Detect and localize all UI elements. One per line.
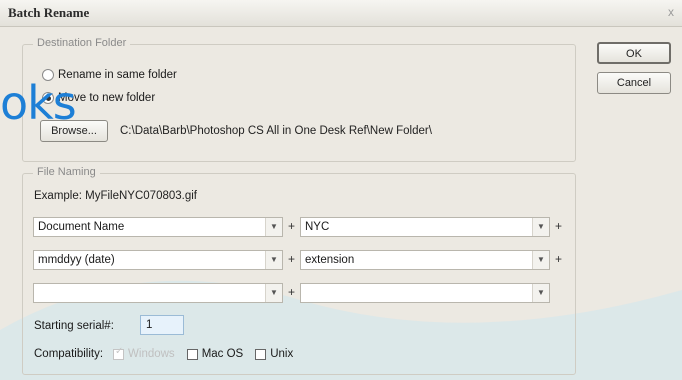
rename-same-folder-label: Rename in same folder	[58, 69, 177, 81]
unix-label: Unix	[270, 348, 294, 360]
starting-serial-label: Starting serial#:	[34, 320, 114, 332]
chevron-down-icon[interactable]: ▼	[265, 251, 282, 269]
chevron-down-icon[interactable]: ▼	[532, 251, 549, 269]
naming-field-1-right[interactable]: NYC ▼	[300, 217, 550, 237]
naming-field-3-right[interactable]: ▼	[300, 283, 550, 303]
plus-sign: +	[555, 219, 563, 233]
combo-value: mmddyy (date)	[38, 254, 115, 266]
naming-field-3-left[interactable]: ▼	[33, 283, 283, 303]
title-bar: Batch Rename x	[0, 0, 682, 27]
plus-sign: +	[288, 219, 296, 233]
naming-field-1-left[interactable]: Document Name ▼	[33, 217, 283, 237]
windows-checkbox[interactable]	[113, 346, 125, 360]
chevron-down-icon[interactable]: ▼	[532, 284, 549, 302]
destination-path: C:\Data\Barb\Photoshop CS All in One Des…	[120, 125, 432, 137]
watermark-text: oks	[0, 76, 77, 130]
chevron-down-icon[interactable]: ▼	[265, 284, 282, 302]
combo-value: NYC	[305, 221, 330, 233]
mac-os-label: Mac OS	[201, 348, 244, 360]
file-naming-legend: File Naming	[33, 166, 100, 178]
plus-sign: +	[288, 252, 296, 266]
plus-sign: +	[555, 252, 563, 266]
unix-checkbox[interactable]	[255, 348, 267, 360]
naming-field-2-right[interactable]: extension ▼	[300, 250, 550, 270]
compatibility-row: Compatibility: Windows Mac OS Unix	[34, 346, 294, 361]
destination-folder-legend: Destination Folder	[33, 37, 131, 49]
filename-example: Example: MyFileNYC070803.gif	[34, 190, 197, 202]
mac-os-checkbox[interactable]	[186, 348, 198, 360]
combo-value: Document Name	[38, 221, 125, 233]
starting-serial-input[interactable]: 1	[140, 315, 184, 335]
ok-button-label: OK	[626, 48, 642, 60]
window-title: Batch Rename	[8, 5, 90, 20]
cancel-button[interactable]: Cancel	[597, 72, 671, 94]
chevron-down-icon[interactable]: ▼	[532, 218, 549, 236]
file-naming-group: File Naming	[22, 166, 576, 375]
close-icon[interactable]: x	[668, 5, 680, 19]
windows-label: Windows	[128, 348, 175, 360]
cancel-button-label: Cancel	[616, 77, 652, 89]
compatibility-label: Compatibility:	[34, 348, 104, 360]
chevron-down-icon[interactable]: ▼	[265, 218, 282, 236]
naming-field-2-left[interactable]: mmddyy (date) ▼	[33, 250, 283, 270]
combo-value: extension	[305, 254, 355, 266]
plus-sign: +	[288, 285, 296, 299]
ok-button[interactable]: OK	[597, 42, 671, 64]
